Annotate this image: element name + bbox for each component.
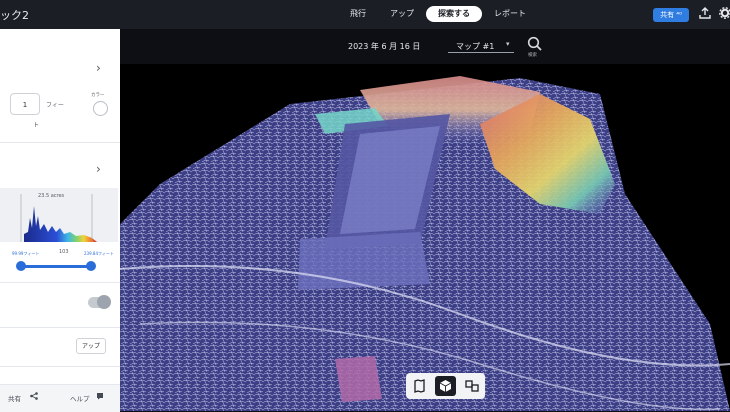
map-select[interactable]: マップ #1	[448, 40, 514, 53]
chevron-down-icon[interactable]: ▾	[506, 40, 510, 48]
chevron-right-icon[interactable]: ›	[96, 163, 101, 175]
color-radio[interactable]	[93, 101, 108, 116]
nav-explore[interactable]: 探索する	[426, 6, 482, 22]
sidebar: › 1 フィー ト カラー › 23.5 acres 99.99フィート 103…	[0, 29, 120, 412]
footer-help-label[interactable]: ヘルプ	[70, 393, 90, 403]
range-slider-track[interactable]	[20, 265, 92, 268]
3d-map-viewport[interactable]	[120, 64, 730, 411]
nav-upload[interactable]: アップ	[378, 6, 426, 22]
divider	[0, 142, 120, 143]
chevron-right-icon[interactable]: ›	[96, 62, 101, 74]
range-max-label: 239.84フィート	[84, 251, 114, 256]
divider	[0, 327, 120, 328]
range-min-label: 99.99フィート	[12, 251, 40, 256]
range-mid-label: 103	[59, 249, 69, 255]
histogram-area-label: 23.5 acres	[38, 193, 65, 199]
elevation-unit-suffix: ト	[33, 122, 40, 129]
3d-model-icon[interactable]	[435, 376, 456, 396]
upload-icon[interactable]	[698, 7, 712, 21]
share-icon[interactable]	[30, 392, 38, 402]
search-label: 検索	[528, 53, 537, 58]
sidebar-footer: 共有 ヘルプ	[0, 384, 120, 412]
view-switcher	[406, 373, 485, 399]
search-icon[interactable]	[526, 35, 544, 53]
footer-share-label[interactable]: 共有	[8, 393, 21, 403]
divider	[0, 282, 120, 283]
range-slider-min-handle[interactable]	[16, 261, 26, 271]
layer-toggle-knob[interactable]	[97, 295, 111, 309]
main-nav: 飛行 アップ 探索する レポート	[338, 6, 538, 22]
nav-report[interactable]: レポート	[482, 6, 538, 22]
map-toolbar: 2023 年 6 月 16 日 マップ #1 ▾ 検索	[270, 34, 570, 66]
help-icon[interactable]	[96, 392, 104, 402]
divider	[0, 366, 120, 367]
color-label: カラー	[91, 93, 105, 98]
capture-date[interactable]: 2023 年 6 月 16 日	[348, 41, 420, 52]
map-view-icon[interactable]	[409, 376, 430, 396]
top-bar: ック2 飛行 アップ 探索する レポート 共有 ⁴⁰	[0, 0, 730, 29]
app-title: ック2	[0, 9, 29, 22]
elevation-unit: フィー	[46, 102, 64, 109]
apply-button[interactable]: アップ	[76, 338, 106, 354]
range-slider-max-handle[interactable]	[86, 261, 96, 271]
split-view-icon[interactable]	[461, 376, 482, 396]
nav-flight[interactable]: 飛行	[338, 6, 378, 22]
gear-icon[interactable]	[718, 7, 730, 21]
elevation-input[interactable]: 1	[10, 93, 40, 115]
share-button[interactable]: 共有 ⁴⁰	[653, 8, 689, 22]
